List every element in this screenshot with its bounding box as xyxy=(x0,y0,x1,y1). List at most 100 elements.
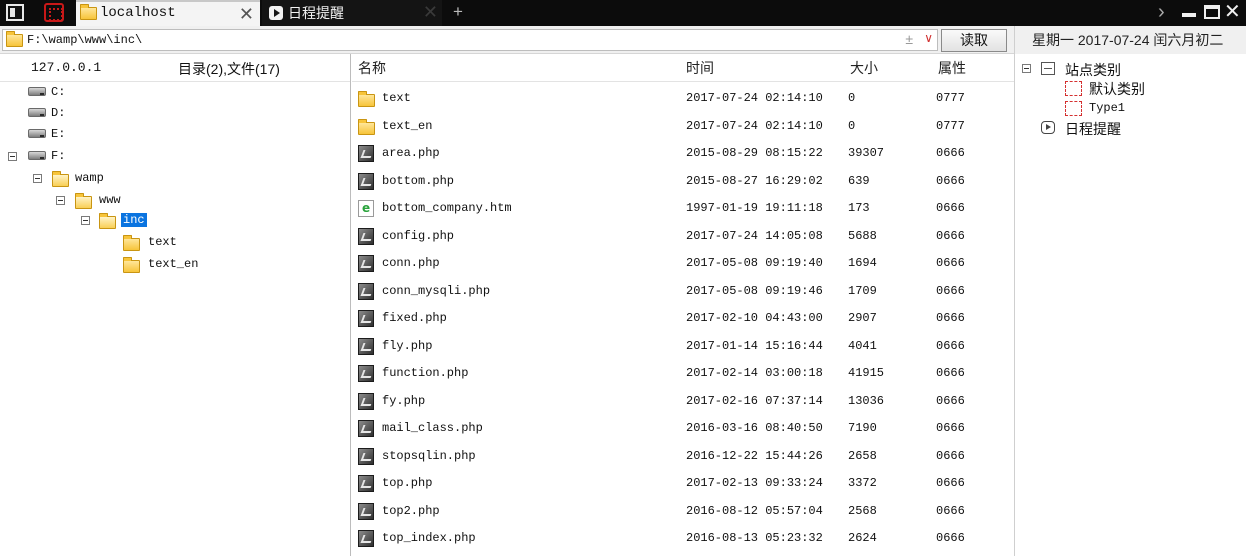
path-input[interactable]: F:\wamp\www\inc\ ± ∨ xyxy=(2,29,938,51)
php-file-icon xyxy=(358,502,374,520)
file-size: 4041 xyxy=(848,338,877,353)
file-name: fly.php xyxy=(382,338,433,353)
file-time: 1997-01-19 19:11:18 xyxy=(686,201,823,215)
close-icon[interactable]: ✕ xyxy=(239,3,254,25)
file-size: 3372 xyxy=(848,476,877,490)
file-size: 1709 xyxy=(848,283,877,298)
tree-node-wamp[interactable]: wamp xyxy=(0,169,200,189)
folder-icon xyxy=(80,4,97,20)
file-name: mail_class.php xyxy=(382,421,483,435)
file-row[interactable]: area.php 2015-08-29 08:15:22 39307 0666 xyxy=(352,140,1014,167)
tree-node-text[interactable]: text xyxy=(0,233,220,253)
tree-node-label: text_en xyxy=(148,257,199,271)
host-address: 127.0.0.1 xyxy=(31,60,102,75)
title-bar: localhost ✕ 日程提醒 ✕ + › ✕ xyxy=(0,0,1246,26)
file-time: 2017-02-16 07:37:14 xyxy=(686,393,823,408)
php-file-icon xyxy=(358,392,374,410)
file-attr: 0666 xyxy=(936,421,965,435)
file-size: 2624 xyxy=(848,531,877,545)
file-row[interactable]: fixed.php 2017-02-10 04:43:00 2907 0666 xyxy=(352,305,1014,332)
php-file-icon xyxy=(358,145,374,162)
window-controls: › ✕ xyxy=(1154,0,1246,26)
category-item-type1[interactable]: Type1 xyxy=(1015,99,1215,119)
tab-schedule[interactable]: 日程提醒 ✕ xyxy=(262,0,442,26)
tree-node-drive-d[interactable]: D: xyxy=(0,104,200,124)
php-file-icon xyxy=(358,475,374,492)
tree-node-www[interactable]: www xyxy=(0,191,200,211)
tree-node-drive-e[interactable]: E: xyxy=(0,125,200,145)
category-box-icon xyxy=(1065,101,1082,116)
file-row[interactable]: fy.php 2017-02-16 07:37:14 13036 0666 xyxy=(352,388,1014,415)
sort-icon[interactable]: ± xyxy=(905,31,913,47)
file-name: bottom.php xyxy=(382,173,455,188)
file-time: 2017-07-24 02:14:10 xyxy=(686,118,823,133)
file-attr: 0666 xyxy=(936,173,965,188)
file-row[interactable]: conn.php 2017-05-08 09:19:40 1694 0666 xyxy=(352,250,1014,277)
file-row[interactable]: bottom_company.htm 1997-01-19 19:11:18 173… xyxy=(352,195,1014,222)
column-header-attr[interactable]: 属性 xyxy=(938,58,966,78)
tree-node-drive-c[interactable]: C: xyxy=(0,83,200,103)
collapse-toggle-icon[interactable] xyxy=(1022,64,1031,73)
chevron-down-icon[interactable]: ∨ xyxy=(924,31,933,45)
column-header-name[interactable]: 名称 xyxy=(358,58,386,78)
column-header-size[interactable]: 大小 xyxy=(850,58,878,78)
directory-summary: 目录(2),文件(17) xyxy=(178,61,280,77)
close-icon[interactable]: ✕ xyxy=(423,1,438,23)
file-row[interactable]: text_en 2017-07-24 02:14:10 0 0777 xyxy=(352,113,1014,140)
file-row[interactable]: stopsqlin.php 2016-12-22 15:44:26 2658 0666 xyxy=(352,443,1014,470)
file-row[interactable]: text 2017-07-24 02:14:10 0 0777 xyxy=(352,85,1014,112)
file-attr: 0666 xyxy=(936,531,965,545)
file-attr: 0666 xyxy=(936,476,965,490)
file-size: 13036 xyxy=(848,393,885,408)
file-size: 173 xyxy=(848,201,870,215)
chevron-right-icon[interactable]: › xyxy=(1158,0,1165,24)
tree-node-text-en[interactable]: text_en xyxy=(0,255,220,275)
collapse-toggle-icon[interactable] xyxy=(81,216,90,225)
file-row[interactable]: top.php 2017-02-13 09:33:24 3372 0666 xyxy=(352,470,1014,497)
category-box-icon xyxy=(1065,81,1082,96)
file-size: 0 xyxy=(848,91,856,105)
tree-node-drive-f[interactable]: F: xyxy=(0,147,200,167)
drive-icon xyxy=(28,108,46,117)
tree-node-inc[interactable]: inc xyxy=(0,211,200,231)
file-row[interactable]: bottom.php 2015-08-27 16:29:02 639 0666 xyxy=(352,168,1014,195)
maximize-button[interactable] xyxy=(1204,5,1220,19)
close-window-button[interactable]: ✕ xyxy=(1224,0,1241,24)
file-name: config.php xyxy=(382,228,455,243)
file-row[interactable]: mail_class.php 2016-03-16 08:40:50 7190 066… xyxy=(352,415,1014,442)
file-time: 2017-02-13 09:33:24 xyxy=(686,476,823,490)
new-tab-button[interactable]: + xyxy=(448,0,468,26)
tab-localhost[interactable]: localhost ✕ xyxy=(76,0,260,26)
file-time: 2016-03-16 08:40:50 xyxy=(686,421,823,435)
tree-node-schedule[interactable]: 日程提醒 xyxy=(1015,119,1215,139)
tree-node-site-categories[interactable]: 站点类别 xyxy=(1015,60,1215,80)
file-name: text xyxy=(382,91,411,105)
record-icon[interactable] xyxy=(44,3,64,22)
category-item-default[interactable]: 默认类别 xyxy=(1015,79,1215,99)
file-time: 2017-07-24 02:14:10 xyxy=(686,91,823,105)
file-name: bottom_company.htm xyxy=(382,201,512,215)
read-button[interactable]: 读取 xyxy=(941,29,1007,52)
file-row[interactable]: fly.php 2017-01-14 15:16:44 4041 0666 xyxy=(352,333,1014,360)
file-time: 2016-08-12 05:57:04 xyxy=(686,503,823,518)
file-row[interactable]: config.php 2017-07-24 14:05:08 5688 0666 xyxy=(352,223,1014,250)
app-logo-icon[interactable] xyxy=(6,4,24,21)
drive-icon xyxy=(28,151,46,160)
file-row[interactable]: top2.php 2016-08-12 05:57:04 2568 0666 xyxy=(352,498,1014,525)
file-attr: 0777 xyxy=(936,118,965,133)
file-row[interactable]: top_index.php 2016-08-13 05:23:32 2624 0666 xyxy=(352,525,1014,552)
drive-icon xyxy=(28,87,46,96)
collapse-toggle-icon[interactable] xyxy=(33,174,42,183)
collapse-toggle-icon[interactable] xyxy=(8,152,17,161)
file-attr: 0666 xyxy=(936,256,965,270)
file-time: 2017-02-10 04:43:00 xyxy=(686,311,823,325)
file-attr: 0666 xyxy=(936,393,965,408)
file-name: conn_mysqli.php xyxy=(382,283,491,298)
minimize-button[interactable] xyxy=(1182,13,1196,17)
file-attr: 0666 xyxy=(936,366,965,380)
file-list: 名称 时间 大小 属性 text 2017-07-24 02:14:10 0 0777… xyxy=(352,54,1014,556)
collapse-toggle-icon[interactable] xyxy=(56,196,65,205)
file-row[interactable]: function.php 2017-02-14 03:00:18 41915 0666 xyxy=(352,360,1014,387)
file-row[interactable]: conn_mysqli.php 2017-05-08 09:19:46 1709 06… xyxy=(352,278,1014,305)
column-header-time[interactable]: 时间 xyxy=(686,58,714,78)
